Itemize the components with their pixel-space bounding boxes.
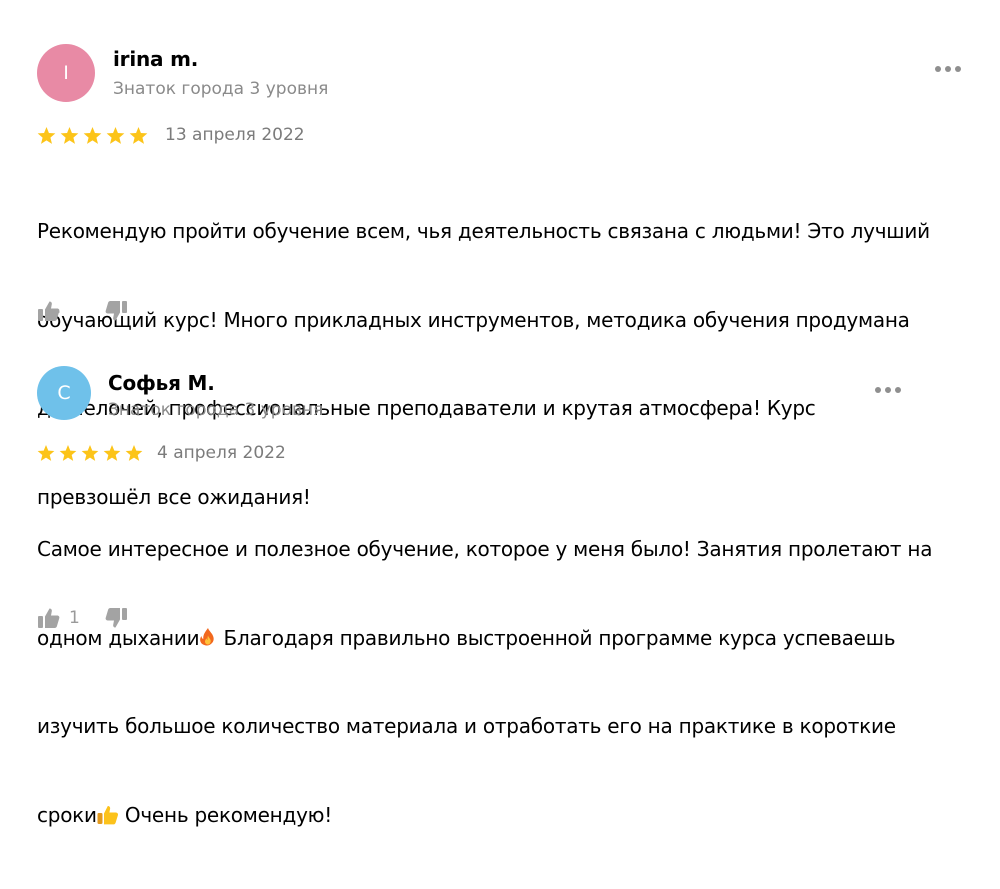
thumbs-down-icon <box>105 301 127 321</box>
thumbs-up-icon <box>38 608 60 628</box>
star-icon <box>60 127 79 144</box>
review-text-line: обучающий курс! Много прикладных инструм… <box>37 307 910 332</box>
more-options-button[interactable] <box>875 386 903 394</box>
author-level: Знаток города 3 уровня <box>113 79 329 99</box>
review-text-segment: сроки <box>37 802 97 827</box>
review-text: Самое интересное и полезное обучение, ко… <box>37 476 932 889</box>
like-button[interactable]: 1 <box>37 607 80 629</box>
star-icon <box>125 445 143 461</box>
star-icon <box>59 445 77 461</box>
avatar[interactable]: I <box>37 44 95 102</box>
author-name[interactable]: irina m. <box>113 47 198 71</box>
dislike-button[interactable] <box>104 607 128 629</box>
like-button[interactable] <box>37 300 69 322</box>
author-level: Знаток города 3 уровня <box>108 400 324 420</box>
thumbs-up-icon <box>38 301 60 321</box>
review-text-line: Самое интересное и полезное обучение, ко… <box>37 537 933 561</box>
star-icon <box>83 127 102 144</box>
review-text-segment: одном дыхании <box>37 625 200 650</box>
star-icon <box>81 445 99 461</box>
star-icon <box>129 127 148 144</box>
star-icon <box>106 127 125 144</box>
like-count: 1 <box>69 608 80 628</box>
review-text-line: одном дыхании Благодаря правильно выстро… <box>37 624 932 654</box>
more-options-button[interactable] <box>935 65 963 73</box>
star-icon <box>37 445 55 461</box>
star-icon <box>37 127 56 144</box>
author-name[interactable]: Софья М. <box>108 371 215 395</box>
star-icon <box>103 445 121 461</box>
thumbs-down-icon <box>105 608 127 628</box>
review-date: 4 апреля 2022 <box>157 443 286 463</box>
rating-stars <box>37 127 148 145</box>
review-text-segment: Очень рекомендую! <box>118 802 333 827</box>
review-text-line: Рекомендую пройти обучение всем, чья дея… <box>37 219 930 243</box>
review-text-line: сроки Очень рекомендую! <box>37 801 932 831</box>
review-text-segment: Благодаря правильно выстроенной программ… <box>217 625 896 650</box>
avatar-letter: I <box>63 62 69 84</box>
dislike-button[interactable] <box>104 300 128 322</box>
review-date: 13 апреля 2022 <box>165 125 305 145</box>
review-text-line: изучить большое количество материала и о… <box>37 714 896 738</box>
thumbs-up-emoji-icon <box>97 805 118 824</box>
avatar[interactable]: С <box>37 366 91 420</box>
rating-stars <box>37 445 143 462</box>
fire-emoji-icon <box>200 627 215 645</box>
avatar-letter: С <box>57 382 71 404</box>
